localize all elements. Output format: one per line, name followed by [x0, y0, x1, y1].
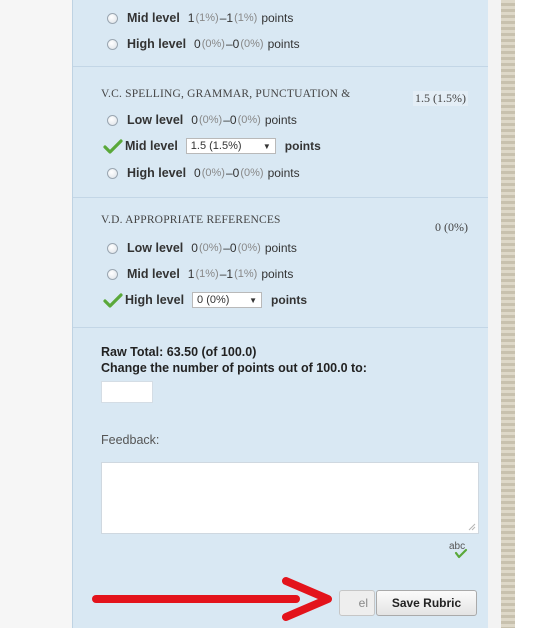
- points-dropdown-value: 0 (0%): [197, 294, 230, 306]
- scrollbar-track[interactable]: [501, 0, 515, 628]
- feedback-label: Feedback:: [101, 433, 160, 447]
- level-row-high[interactable]: High level 0 (0%) – 0 (0%) points: [105, 164, 300, 182]
- level-radio[interactable]: [107, 268, 118, 280]
- level-row-high[interactable]: High level 0 (0%) – 0 (0%) points: [105, 35, 300, 53]
- change-points-label: Change the number of points out of 100.0…: [101, 361, 367, 375]
- level-max-pct: (0%): [240, 38, 264, 50]
- level-min: 0: [191, 113, 198, 127]
- level-range-dash: –: [225, 166, 233, 180]
- criterion-score: 0 (0%): [435, 220, 468, 234]
- level-points-suffix: points: [271, 293, 308, 307]
- level-points-suffix: points: [267, 37, 300, 51]
- criterion-score: 1.5 (1.5%): [413, 91, 468, 106]
- raw-total: Raw Total: 63.50 (of 100.0): [101, 345, 257, 359]
- points-dropdown[interactable]: 0 (0%) ▼: [192, 292, 263, 308]
- check-icon: [103, 293, 123, 308]
- feedback-textarea[interactable]: [101, 462, 479, 534]
- rubric-panel: Mid level 1 (1%) – 1 (1%) points High le…: [72, 0, 488, 628]
- level-min-pct: (0%): [201, 167, 225, 179]
- criterion-divider: [73, 327, 488, 328]
- level-name: Mid level: [125, 139, 178, 153]
- level-row-low[interactable]: Low level 0 (0%) – 0 (0%) points: [105, 239, 297, 257]
- level-max-pct: (0%): [237, 114, 261, 126]
- criterion-title: V.C. SPELLING, GRAMMAR, PUNCTUATION &: [101, 88, 351, 100]
- chevron-down-icon: ▼: [249, 295, 258, 305]
- level-range-dash: –: [223, 241, 230, 255]
- level-points-suffix: points: [264, 241, 297, 255]
- level-max: 1: [226, 11, 234, 25]
- chevron-down-icon: ▼: [262, 141, 271, 151]
- level-points-suffix: points: [264, 113, 297, 127]
- level-min-pct: (0%): [198, 242, 223, 254]
- level-range-dash: –: [219, 11, 227, 25]
- level-row-mid-selected[interactable]: Mid level 1.5 (1.5%) ▼ points: [103, 137, 321, 155]
- red-arrow-icon: [92, 577, 332, 621]
- level-radio[interactable]: [107, 114, 118, 126]
- criterion-divider: [73, 66, 488, 67]
- level-min: 0: [194, 37, 201, 51]
- level-name: High level: [125, 293, 185, 307]
- level-radio[interactable]: [107, 12, 118, 24]
- level-min: 1: [187, 11, 195, 25]
- level-max: 1: [226, 267, 234, 281]
- level-min-pct: (0%): [198, 114, 223, 126]
- level-name: Low level: [127, 113, 184, 127]
- level-max-pct: (1%): [234, 12, 258, 24]
- level-min: 0: [191, 241, 198, 255]
- level-radio[interactable]: [107, 167, 118, 179]
- points-out-of-input[interactable]: [101, 381, 153, 403]
- level-min-pct: (0%): [201, 38, 225, 50]
- level-max: 0: [229, 113, 237, 127]
- level-max: 0: [232, 37, 240, 51]
- level-min: 1: [187, 267, 195, 281]
- level-row-mid[interactable]: Mid level 1 (1%) – 1 (1%) points: [105, 265, 293, 283]
- level-range-dash: –: [223, 113, 230, 127]
- page-edge: [515, 0, 535, 628]
- raw-total-block: Raw Total: 63.50 (of 100.0) Change the n…: [101, 344, 367, 376]
- criterion-divider: [73, 197, 488, 198]
- level-min: 0: [194, 166, 201, 180]
- resize-grip-icon[interactable]: [468, 523, 476, 531]
- level-max-pct: (1%): [234, 268, 258, 280]
- level-name: High level: [127, 37, 187, 51]
- level-max-pct: (0%): [237, 242, 261, 254]
- level-name: Low level: [127, 241, 184, 255]
- level-max: 0: [232, 166, 240, 180]
- page-margin-left: [0, 0, 72, 628]
- spellcheck-icon[interactable]: abc: [447, 538, 473, 560]
- svg-text:abc: abc: [449, 541, 465, 552]
- points-dropdown-value: 1.5 (1.5%): [190, 140, 242, 152]
- criterion-title: V.D. APPROPRIATE REFERENCES: [101, 214, 281, 226]
- level-points-suffix: points: [267, 166, 300, 180]
- level-min-pct: (1%): [195, 268, 219, 280]
- level-row-mid[interactable]: Mid level 1 (1%) – 1 (1%) points: [105, 9, 293, 27]
- level-min-pct: (1%): [195, 12, 219, 24]
- level-points-suffix: points: [261, 267, 294, 281]
- level-points-suffix: points: [261, 11, 294, 25]
- page-margin-right: [487, 0, 501, 628]
- level-radio[interactable]: [107, 38, 118, 50]
- level-range-dash: –: [225, 37, 233, 51]
- level-row-low[interactable]: Low level 0 (0%) – 0 (0%) points: [105, 111, 297, 129]
- level-range-dash: –: [219, 267, 227, 281]
- level-name: Mid level: [127, 11, 180, 25]
- level-name: High level: [127, 166, 187, 180]
- level-max: 0: [229, 241, 237, 255]
- save-rubric-button[interactable]: Save Rubric: [376, 590, 477, 616]
- points-dropdown[interactable]: 1.5 (1.5%) ▼: [185, 138, 276, 154]
- level-points-suffix: points: [284, 139, 321, 153]
- level-name: Mid level: [127, 267, 180, 281]
- level-radio[interactable]: [107, 242, 118, 254]
- level-row-high-selected[interactable]: High level 0 (0%) ▼ points: [103, 291, 307, 309]
- check-icon: [103, 139, 123, 154]
- level-max-pct: (0%): [240, 167, 264, 179]
